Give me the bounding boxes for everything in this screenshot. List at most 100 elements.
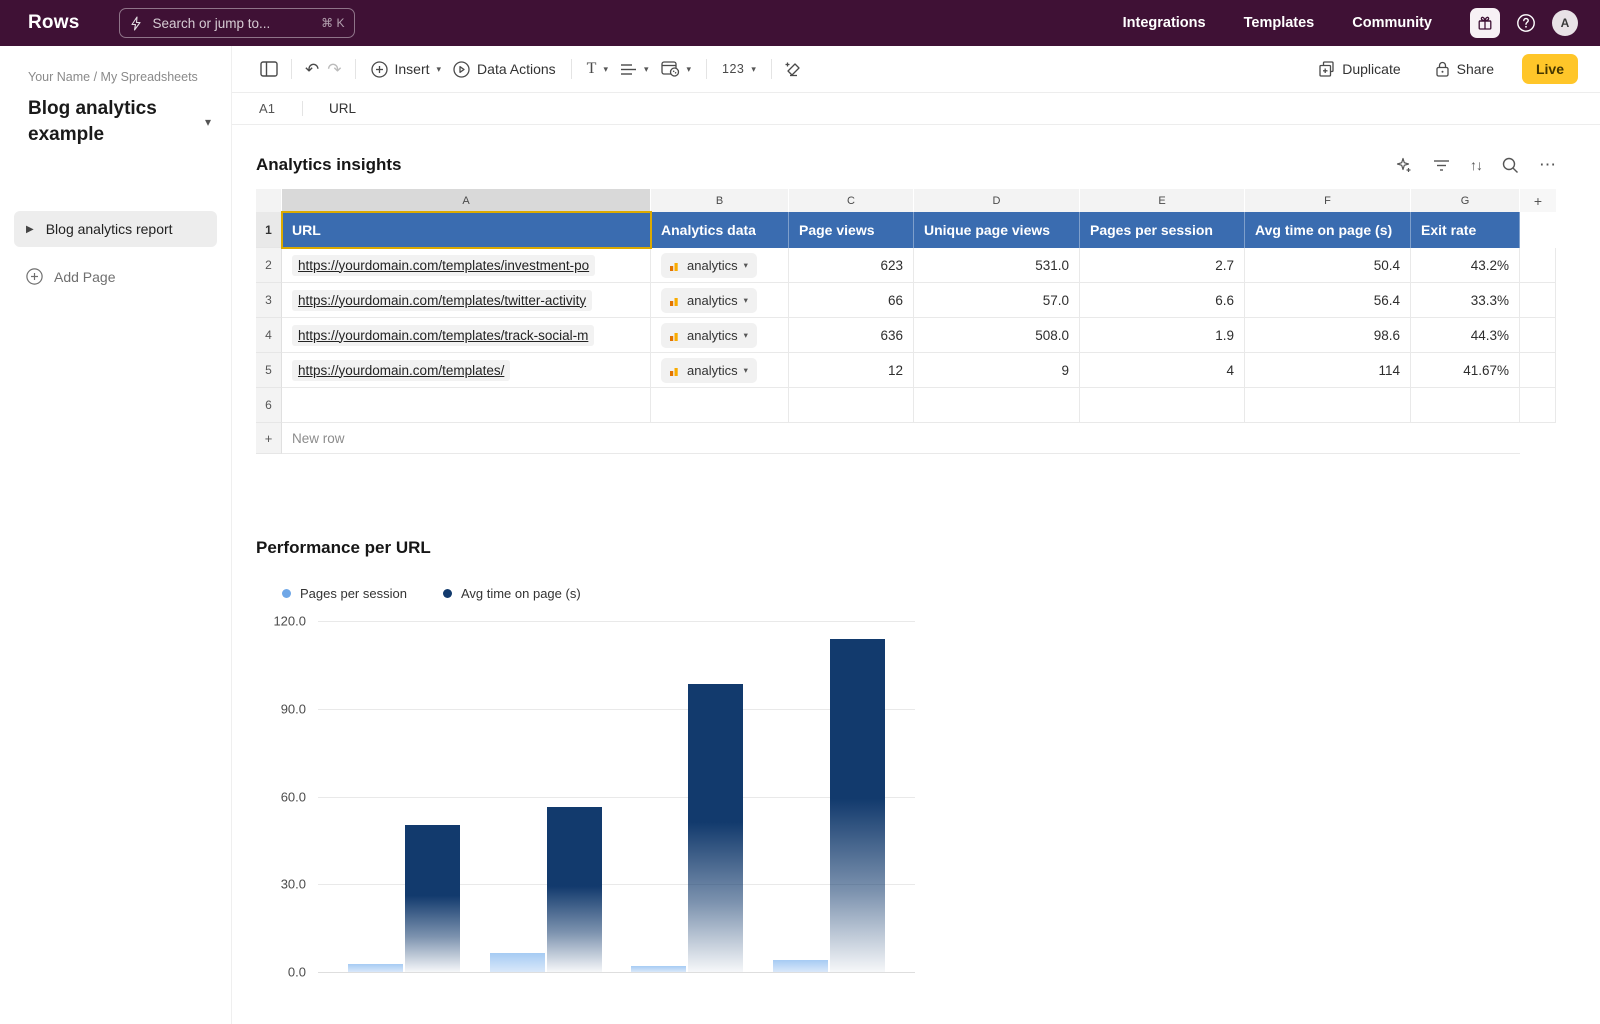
alignment-button[interactable]: ▾	[614, 58, 655, 81]
row-number-1[interactable]: 1	[256, 212, 282, 248]
sort-button[interactable]: ↑↓	[1470, 157, 1482, 173]
cell-exit-rate[interactable]: 33.3%	[1411, 283, 1520, 318]
ai-insights-button[interactable]	[1395, 156, 1413, 174]
cell-analytics-data[interactable]: analytics ▾	[651, 353, 789, 388]
row-number[interactable]: 3	[256, 283, 282, 318]
cell-url[interactable]: https://yourdomain.com/templates/investm…	[282, 248, 651, 283]
add-row-button[interactable]: +	[256, 423, 282, 454]
search-input[interactable]	[150, 15, 313, 32]
cell-c1[interactable]: Page views	[789, 212, 914, 248]
avatar[interactable]: A	[1552, 10, 1578, 36]
table-title[interactable]: Analytics insights	[256, 155, 401, 175]
nav-integrations[interactable]: Integrations	[1123, 15, 1206, 31]
gift-button[interactable]	[1470, 8, 1500, 38]
column-header-a[interactable]: A	[282, 189, 651, 212]
clear-formatting-button[interactable]	[781, 56, 807, 83]
spreadsheet-title-menu[interactable]: Blog analytics example ▾	[28, 96, 217, 147]
add-page-button[interactable]: Add Page	[14, 259, 217, 294]
url-link[interactable]: https://yourdomain.com/templates/	[292, 360, 510, 381]
column-header-b[interactable]: B	[651, 189, 789, 212]
breadcrumb-owner[interactable]: Your Name	[28, 70, 90, 84]
analytics-integration-chip[interactable]: analytics ▾	[661, 323, 757, 348]
toggle-sidebar-button[interactable]	[256, 56, 282, 82]
cell-a1-selected[interactable]: URL	[282, 212, 651, 248]
analytics-integration-chip[interactable]: analytics ▾	[661, 358, 757, 383]
cell-e1[interactable]: Pages per session	[1080, 212, 1245, 248]
cell-pages-per-session[interactable]: 4	[1080, 353, 1245, 388]
column-header-d[interactable]: D	[914, 189, 1080, 212]
cell-analytics-data[interactable]: analytics ▾	[651, 248, 789, 283]
new-row-label[interactable]: New row	[282, 423, 1520, 454]
cell-page-views[interactable]: 12	[789, 353, 914, 388]
undo-button[interactable]: ↶	[301, 56, 323, 83]
cell-exit-rate[interactable]: 44.3%	[1411, 318, 1520, 353]
sidebar-page-blog-analytics-report[interactable]: ▶ Blog analytics report	[14, 211, 217, 247]
cell-analytics-data[interactable]: analytics ▾	[651, 283, 789, 318]
analytics-integration-chip[interactable]: analytics ▾	[661, 288, 757, 313]
cell-avg-time[interactable]: 50.4	[1245, 248, 1411, 283]
data-actions-button[interactable]: Data Actions	[447, 56, 562, 83]
cell-url[interactable]: https://yourdomain.com/templates/twitter…	[282, 283, 651, 318]
live-button[interactable]: Live	[1522, 54, 1578, 84]
cell-format-button[interactable]: ▾	[655, 56, 698, 82]
bar-avg-time-on-page-s[interactable]	[830, 639, 885, 972]
bar-avg-time-on-page-s[interactable]	[405, 825, 460, 972]
row-number[interactable]: 4	[256, 318, 282, 353]
cell-unique-page-views[interactable]: 57.0	[914, 283, 1080, 318]
legend-pages-per-session[interactable]: Pages per session	[282, 586, 407, 601]
analytics-integration-chip[interactable]: analytics ▾	[661, 253, 757, 278]
empty-cell[interactable]	[1245, 388, 1411, 423]
cell-exit-rate[interactable]: 41.67%	[1411, 353, 1520, 388]
cell-avg-time[interactable]: 114	[1245, 353, 1411, 388]
bar-pages-per-session[interactable]	[348, 964, 403, 972]
cell-d1[interactable]: Unique page views	[914, 212, 1080, 248]
row-number[interactable]: 2	[256, 248, 282, 283]
cell-pages-per-session[interactable]: 6.6	[1080, 283, 1245, 318]
rows-logo[interactable]: Rows	[28, 12, 79, 34]
formula-input[interactable]: URL	[303, 101, 1600, 116]
column-header-g[interactable]: G	[1411, 189, 1520, 212]
row-number[interactable]: 5	[256, 353, 282, 388]
search-table-button[interactable]	[1502, 157, 1519, 174]
empty-cell[interactable]	[1080, 388, 1245, 423]
empty-cell[interactable]	[914, 388, 1080, 423]
breadcrumb-section[interactable]: My Spreadsheets	[101, 70, 198, 84]
help-button[interactable]	[1516, 13, 1536, 33]
bar-avg-time-on-page-s[interactable]	[688, 684, 743, 972]
cell-pages-per-session[interactable]: 2.7	[1080, 248, 1245, 283]
empty-cell[interactable]	[282, 388, 651, 423]
column-header-e[interactable]: E	[1080, 189, 1245, 212]
column-header-c[interactable]: C	[789, 189, 914, 212]
cell-pages-per-session[interactable]: 1.9	[1080, 318, 1245, 353]
bar-pages-per-session[interactable]	[773, 960, 828, 972]
cell-g1[interactable]: Exit rate	[1411, 212, 1520, 248]
url-link[interactable]: https://yourdomain.com/templates/track-s…	[292, 325, 594, 346]
nav-templates[interactable]: Templates	[1244, 15, 1315, 31]
url-link[interactable]: https://yourdomain.com/templates/investm…	[292, 255, 595, 276]
bar-pages-per-session[interactable]	[631, 966, 686, 972]
cell-analytics-data[interactable]: analytics ▾	[651, 318, 789, 353]
insert-button[interactable]: Insert ▾	[365, 56, 448, 83]
number-format-button[interactable]: 123 ▾	[716, 57, 762, 81]
cell-unique-page-views[interactable]: 9	[914, 353, 1080, 388]
redo-button[interactable]: ↷	[323, 56, 345, 83]
cell-page-views[interactable]: 66	[789, 283, 914, 318]
cell-unique-page-views[interactable]: 508.0	[914, 318, 1080, 353]
cell-exit-rate[interactable]: 43.2%	[1411, 248, 1520, 283]
add-column-button[interactable]: +	[1520, 189, 1556, 212]
cell-f1[interactable]: Avg time on page (s)	[1245, 212, 1411, 248]
duplicate-button[interactable]: Duplicate	[1313, 56, 1406, 82]
empty-cell[interactable]	[789, 388, 914, 423]
cell-page-views[interactable]: 623	[789, 248, 914, 283]
cell-unique-page-views[interactable]: 531.0	[914, 248, 1080, 283]
cell-avg-time[interactable]: 56.4	[1245, 283, 1411, 318]
chart-title[interactable]: Performance per URL	[256, 538, 1556, 558]
legend-avg-time[interactable]: Avg time on page (s)	[443, 586, 581, 601]
filter-button[interactable]	[1433, 159, 1450, 172]
nav-community[interactable]: Community	[1352, 15, 1432, 31]
url-link[interactable]: https://yourdomain.com/templates/twitter…	[292, 290, 592, 311]
cell-url[interactable]: https://yourdomain.com/templates/	[282, 353, 651, 388]
bar-avg-time-on-page-s[interactable]	[547, 807, 602, 972]
row-number[interactable]: 6	[256, 388, 282, 423]
corner-cell[interactable]	[256, 189, 282, 212]
